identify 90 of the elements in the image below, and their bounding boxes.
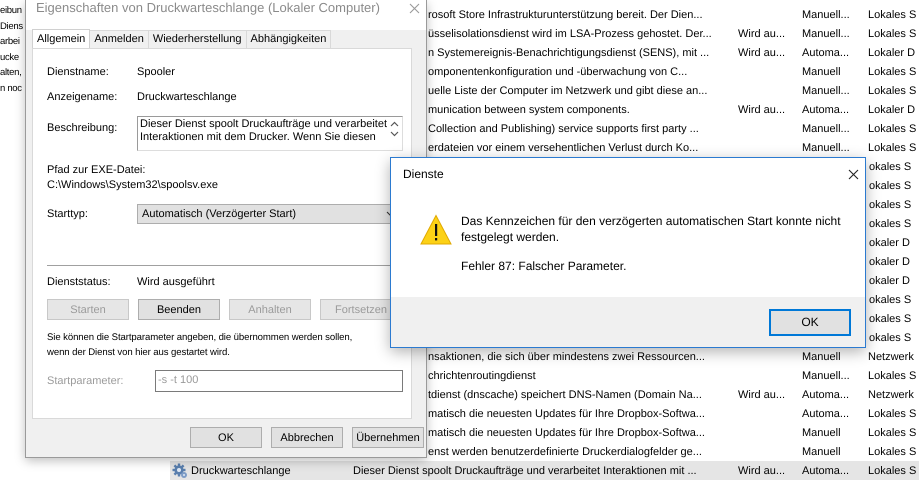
table-cell: Manuell bbox=[802, 350, 841, 362]
table-cell: Manuell... bbox=[802, 8, 850, 20]
table-cell: chrichtenroutingdienst bbox=[428, 370, 536, 382]
table-cell: Manuell... bbox=[802, 84, 850, 96]
table-cell: Lokales S bbox=[868, 464, 916, 476]
button[interactable]: Übernehmen bbox=[352, 427, 424, 448]
table-cell: Lokales S bbox=[868, 142, 916, 154]
description-field[interactable]: Dieser Dienst spoolt Druckaufträge und verarbeitet Interaktionen mit dem Drucker. Wenn Sie diesen bbox=[137, 116, 403, 151]
table-cell: Netzwerk bbox=[868, 388, 914, 400]
table-cell: n Systemereignis-Benachrichtigungsdienst (SENS), mit ... bbox=[428, 46, 710, 58]
field-value: Wird ausgeführt bbox=[137, 276, 215, 288]
table-cell: erdateien vor einem versehentlichen Verlust durch Ko... bbox=[428, 142, 698, 154]
description-text: ucke bbox=[0, 50, 20, 64]
table-cell: Lokales S bbox=[868, 84, 916, 96]
table-cell: Wird au... bbox=[738, 388, 786, 400]
scroll-arrows-icon[interactable] bbox=[390, 121, 399, 137]
field-value: C:\Windows\System32\spoolsv.exe bbox=[47, 178, 219, 192]
table-cell: Druckwarteschlange bbox=[191, 464, 291, 476]
table-cell: Lokales S bbox=[868, 66, 916, 78]
table-cell: Manuell bbox=[802, 446, 841, 458]
table-cell: Netzwerk bbox=[868, 350, 914, 362]
field-value: Druckwarteschlange bbox=[137, 91, 237, 103]
table-cell: Manuell bbox=[802, 426, 841, 438]
table-cell: enst werden benutzerdefinierte Druckerdialogfelder ge... bbox=[428, 446, 702, 458]
table-cell: nsaktionen, die sich über mindestens zwei Ressourcen... bbox=[428, 350, 705, 362]
table-cell: okales S bbox=[869, 294, 912, 306]
description-text: alten, bbox=[0, 66, 22, 80]
description-text: n noc bbox=[0, 82, 23, 96]
table-cell: okales S bbox=[869, 198, 912, 210]
ok-button[interactable]: OK bbox=[769, 308, 851, 336]
table-cell: okales S bbox=[869, 160, 912, 172]
tab[interactable]: Allgemein bbox=[32, 29, 90, 48]
table-cell: Lokales S bbox=[868, 8, 916, 20]
table-cell: Manuell... bbox=[802, 122, 850, 134]
window-title: Eigenschaften von Druckwarteschlange (Lokaler Computer) bbox=[36, 1, 380, 15]
description-text: eibun bbox=[0, 4, 23, 18]
table-cell: okaler D bbox=[869, 274, 910, 286]
table-cell: Manuell bbox=[802, 66, 841, 78]
field-label: Starttyp: bbox=[47, 208, 89, 220]
table-cell: Lokales S bbox=[868, 122, 916, 134]
field-label: Dienstname: bbox=[47, 66, 110, 78]
close-icon[interactable] bbox=[848, 168, 859, 180]
table-cell: Automa... bbox=[802, 104, 850, 116]
table-cell: Lokales S bbox=[868, 408, 916, 420]
table-cell: Automa... bbox=[802, 408, 850, 420]
tab[interactable]: Abhängigkeiten bbox=[246, 30, 332, 48]
error-text: Fehler 87: Falscher Parameter. bbox=[461, 258, 628, 274]
table-cell: Manuell... bbox=[802, 28, 850, 40]
warning-icon bbox=[420, 214, 452, 246]
table-cell: üsselisolationsdienst wird im LSA-Prozess gehostet. Der... bbox=[428, 28, 712, 40]
table-cell: Lokaler D bbox=[868, 46, 916, 58]
field-label: Dienststatus: bbox=[47, 276, 112, 288]
window-title: Dienste bbox=[403, 167, 444, 181]
field-value: Spooler bbox=[137, 66, 175, 78]
table-cell: Wird au... bbox=[738, 46, 786, 58]
table-cell: Lokaler D bbox=[868, 104, 916, 116]
table-cell: matisch die neuesten Updates für Ihre Dropbox-Softwa... bbox=[428, 426, 705, 438]
button[interactable]: OK bbox=[190, 427, 262, 448]
field-label: Beschreibung: bbox=[47, 122, 118, 134]
table-cell: Wird au... bbox=[738, 104, 786, 116]
table-cell: Wird au... bbox=[738, 464, 786, 476]
table-cell: Manuell... bbox=[802, 142, 850, 154]
field-label: Anzeigename: bbox=[47, 91, 118, 103]
table-cell: okales S bbox=[869, 180, 912, 192]
button[interactable]: Abbrechen bbox=[271, 427, 343, 448]
table-cell: Automa... bbox=[802, 46, 850, 58]
table-cell: omponentenkonfiguration und -überwachung von C... bbox=[428, 66, 688, 78]
table-cell: Wird au... bbox=[738, 28, 786, 40]
table-cell: Collection and Publishing) service supports first party ... bbox=[428, 122, 699, 134]
table-cell: tdienst (dnscache) speichert DNS-Namen (Domain Na... bbox=[428, 388, 702, 400]
selected-row[interactable]: Druckwarteschlange Dieser Dienst spoolt Druckaufträge und verarbeitet Interaktionen mit ... Wird au... Automa... Lokales S bbox=[170, 461, 919, 480]
table-cell: matisch die neuesten Updates für Ihre Dropbox-Softwa... bbox=[428, 408, 705, 420]
table-cell: Dieser Dienst spoolt Druckaufträge und verarbeitet Interaktionen mit ... bbox=[353, 464, 697, 476]
table-cell: munication between system components. bbox=[428, 104, 630, 116]
table-cell: Lokales S bbox=[868, 28, 916, 40]
gear-icon bbox=[172, 463, 187, 478]
field-label: Startparameter: bbox=[47, 375, 124, 387]
table-cell: Automa... bbox=[802, 464, 850, 476]
message-text: Das Kennzeichen für den verzögerten automatischen Start konnte nicht festgelegt werden. bbox=[461, 213, 841, 245]
description-text: arbei bbox=[0, 35, 21, 49]
table-cell: Lokales S bbox=[868, 370, 916, 382]
button[interactable]: Beenden bbox=[138, 299, 220, 320]
table-cell: rosoft Store Infrastrukturunterstützung bereit. Der Dien... bbox=[428, 8, 703, 20]
table-cell: uelle Liste der Computer im Netzwerk und gibt diese an... bbox=[428, 84, 708, 96]
table-cell: Manuell... bbox=[802, 370, 850, 382]
hint-text: Sie können die Startparameter angeben, die übernommen werden sollen, wenn der Dienst von hier aus gestartet wird. bbox=[47, 331, 354, 360]
table-cell: Lokales S bbox=[868, 446, 916, 458]
description-text: Diens bbox=[0, 20, 24, 34]
table-cell: Automa... bbox=[802, 388, 850, 400]
table-cell: Lokales S bbox=[868, 426, 916, 438]
